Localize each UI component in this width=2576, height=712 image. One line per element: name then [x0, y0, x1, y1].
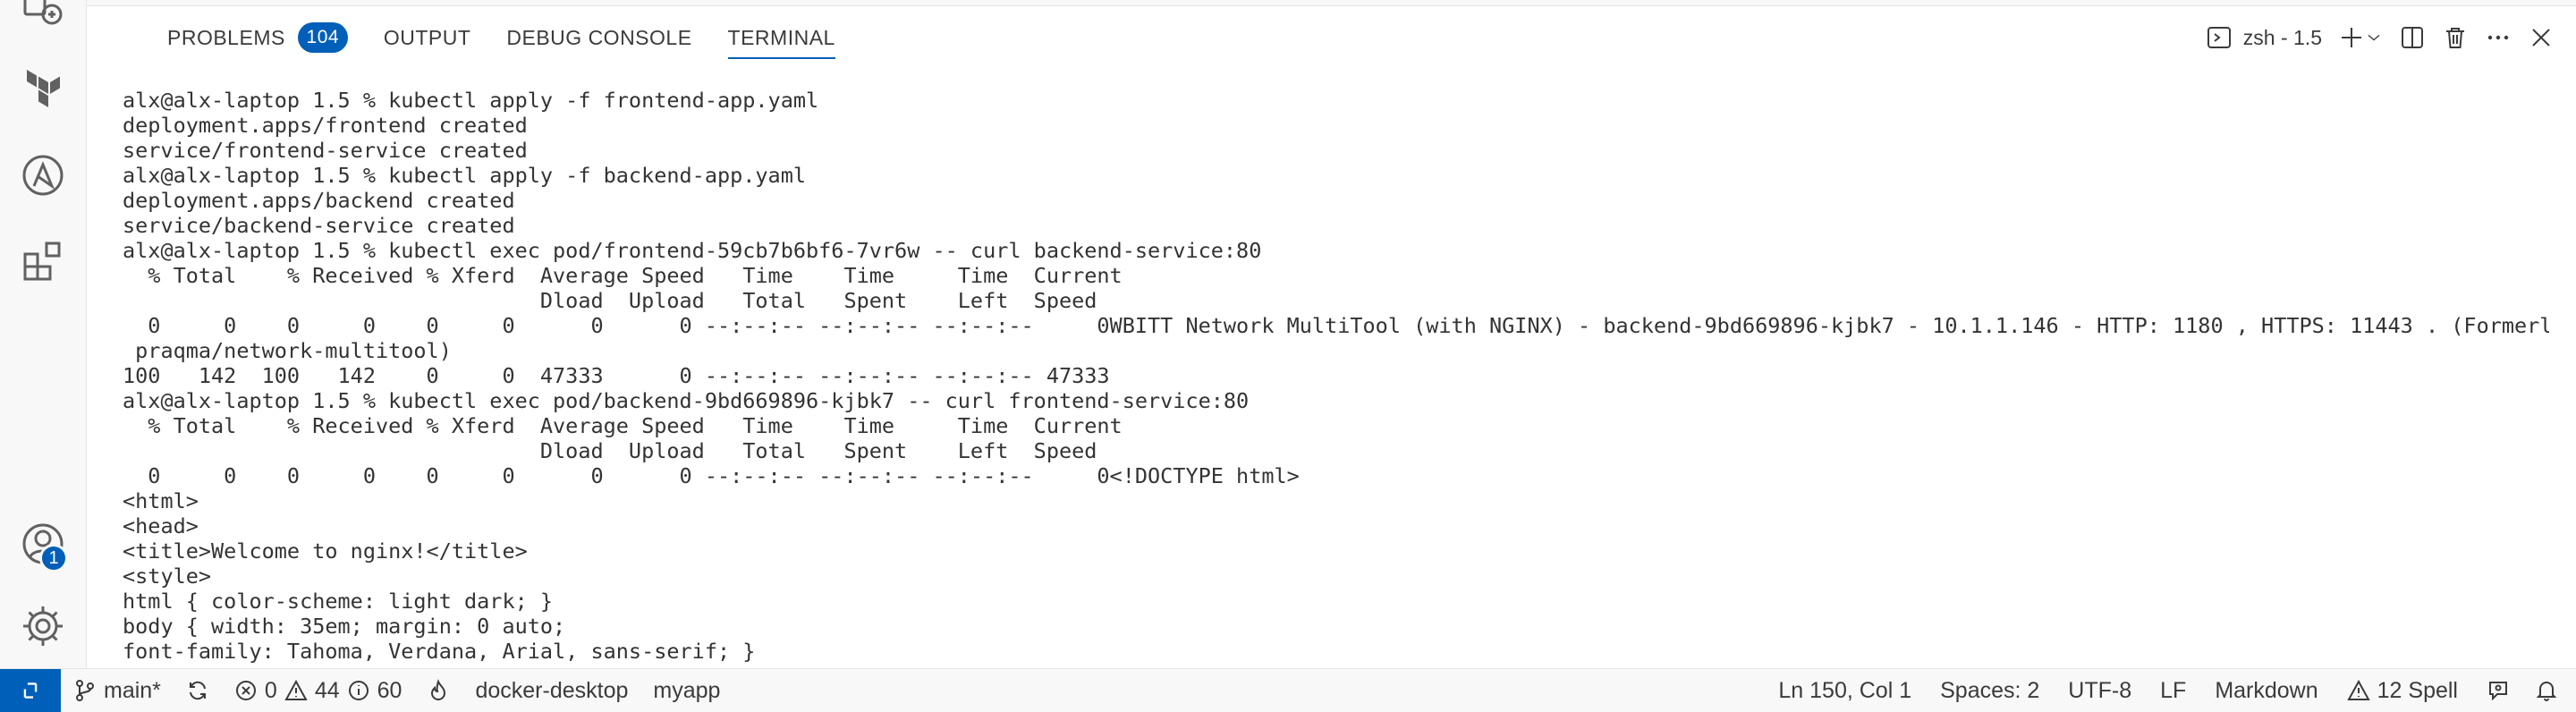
namespace-button[interactable]: myapp — [640, 669, 733, 712]
cursor-position-button[interactable]: Ln 150, Col 1 — [1764, 669, 1926, 712]
encoding-button[interactable]: UTF-8 — [2054, 669, 2146, 712]
terminal-line: <head> — [123, 513, 199, 538]
tab-problems[interactable]: PROBLEMS 104 — [167, 16, 348, 59]
terminal-line: alx@alx-laptop 1.5 % kubectl exec pod/ba… — [123, 388, 1250, 413]
terminal-line: 100 142 100 142 0 0 47333 0 --:--:-- --:… — [123, 363, 1110, 388]
warning-count: 44 — [314, 677, 340, 703]
accounts-badge: 1 — [39, 544, 68, 572]
terminal-line: alx@alx-laptop 1.5 % kubectl apply -f fr… — [123, 88, 819, 113]
terminal-select-dropdown[interactable]: zsh - 1.5 — [2206, 18, 2322, 57]
spell-check-button[interactable]: 12 Spell — [2333, 669, 2472, 712]
chevron-down-icon — [2368, 34, 2380, 41]
panel-tabs: PROBLEMS 104 OUTPUT DEBUG CONSOLE TERMIN… — [87, 16, 836, 59]
warning-icon — [2346, 679, 2370, 700]
close-panel-button[interactable] — [2528, 18, 2555, 57]
terminal-line: <html> — [123, 488, 199, 513]
info-icon — [348, 681, 369, 700]
tab-debug-console[interactable]: DEBUG CONSOLE — [506, 16, 691, 59]
terminal-icon — [2207, 27, 2231, 48]
encoding-label: UTF-8 — [2068, 677, 2132, 703]
terminal-line: alx@alx-laptop 1.5 % kubectl apply -f ba… — [123, 163, 807, 188]
info-count: 60 — [377, 677, 402, 703]
language-mode-button[interactable]: Markdown — [2200, 669, 2332, 712]
activity-bar: 1 — [0, 0, 87, 669]
terminal-line: % Total % Received % Xferd Average Speed… — [123, 413, 1123, 438]
split-terminal-button[interactable] — [2399, 18, 2426, 57]
spell-check-label: 12 Spell — [2377, 677, 2458, 703]
eol-button[interactable]: LF — [2146, 669, 2200, 712]
plus-icon — [2342, 28, 2361, 47]
feedback-icon — [2489, 682, 2507, 701]
error-icon — [235, 681, 256, 700]
terminal-line: Dload Upload Total Spent Left Speed — [123, 288, 1097, 313]
panel-top-border — [87, 0, 2576, 6]
tab-output-label: OUTPUT — [383, 25, 471, 49]
remote-explorer-icon[interactable] — [18, 0, 68, 36]
flame-icon — [431, 679, 446, 700]
manage-gear-icon[interactable] — [18, 601, 68, 651]
kill-terminal-button[interactable] — [2442, 18, 2469, 57]
terminal-line: <title>Welcome to nginx!</title> — [123, 538, 528, 564]
warning-icon — [284, 679, 308, 700]
namespace-label: myapp — [653, 677, 721, 703]
problems-count-badge: 104 — [297, 22, 348, 53]
terminal-line: <style> — [123, 564, 212, 589]
sync-button[interactable] — [174, 669, 222, 712]
eol-label: LF — [2160, 677, 2187, 703]
close-icon — [2532, 29, 2550, 47]
terminal-line: service/backend-service created — [123, 213, 515, 238]
terminal-line: 0 0 0 0 0 0 0 0 --:--:-- --:--:-- --:--:… — [123, 463, 1300, 488]
indentation-label: Spaces: 2 — [1940, 677, 2040, 703]
bottom-panel: PROBLEMS 104 OUTPUT DEBUG CONSOLE TERMIN… — [87, 0, 2576, 669]
git-branch-button[interactable]: main* — [61, 669, 174, 712]
language-mode-label: Markdown — [2215, 677, 2318, 703]
panel-actions: zsh - 1.5 — [2206, 18, 2555, 57]
terminal-line: Dload Upload Total Spent Left Speed — [123, 438, 1097, 463]
extensions-icon[interactable] — [18, 236, 68, 286]
terminal-line: service/frontend-service created — [123, 138, 528, 163]
tab-output[interactable]: OUTPUT — [384, 16, 471, 59]
terminal-line: praqma/network-multitool) — [123, 338, 452, 363]
terminal-line: font-family: Tahoma, Verdana, Arial, san… — [123, 639, 756, 664]
flame-button[interactable] — [414, 669, 462, 712]
new-terminal-button[interactable] — [2338, 18, 2383, 57]
more-actions-button[interactable] — [2485, 18, 2512, 57]
git-branch-label: main* — [104, 677, 161, 703]
terminal-output[interactable]: alx@alx-laptop 1.5 % kubectl apply -f fr… — [123, 88, 2549, 669]
ellipsis-icon — [2487, 35, 2509, 40]
terminal-line: alx@alx-laptop 1.5 % kubectl exec pod/fr… — [123, 238, 1262, 263]
cursor-position-label: Ln 150, Col 1 — [1778, 677, 1912, 703]
remote-indicator-button[interactable] — [0, 669, 61, 712]
indentation-button[interactable]: Spaces: 2 — [1926, 669, 2054, 712]
status-bar-right: Ln 150, Col 1 Spaces: 2 UTF-8 LF Markdow… — [1764, 669, 2576, 712]
feedback-button[interactable] — [2472, 669, 2524, 712]
split-icon — [2402, 27, 2423, 48]
ansible-icon[interactable] — [18, 150, 68, 200]
status-bar: main* 0 44 60 docker-desktop myapp Ln 15 — [0, 668, 2576, 712]
bell-icon — [2536, 682, 2557, 701]
git-branch-icon — [76, 680, 94, 701]
sync-icon — [189, 681, 206, 700]
notifications-button[interactable] — [2524, 669, 2576, 712]
problems-status-button[interactable]: 0 44 60 — [222, 669, 415, 712]
terminal-line: deployment.apps/backend created — [123, 188, 515, 213]
terminal-line: deployment.apps/frontend created — [123, 113, 528, 138]
tab-debug-console-label: DEBUG CONSOLE — [506, 25, 692, 49]
terminal-line: % Total % Received % Xferd Average Speed… — [123, 263, 1123, 288]
terminal-line: html { color-scheme: light dark; } — [123, 589, 554, 614]
terraform-icon[interactable] — [18, 63, 68, 113]
terminal-line: 0 0 0 0 0 0 0 0 --:--:-- --:--:-- --:--:… — [123, 313, 2549, 338]
tab-terminal-label: TERMINAL — [727, 25, 835, 49]
tab-problems-label: PROBLEMS — [167, 25, 285, 49]
terminal-name: zsh - 1.5 — [2242, 25, 2322, 49]
accounts-icon[interactable]: 1 — [18, 519, 68, 572]
docker-context-label: docker-desktop — [475, 677, 629, 703]
trash-icon — [2446, 28, 2464, 48]
docker-context-button[interactable]: docker-desktop — [462, 669, 640, 712]
terminal-line: body { width: 35em; margin: 0 auto; — [123, 614, 566, 639]
error-count: 0 — [264, 677, 277, 703]
remote-icon — [23, 682, 38, 699]
tab-terminal[interactable]: TERMINAL — [727, 16, 836, 59]
